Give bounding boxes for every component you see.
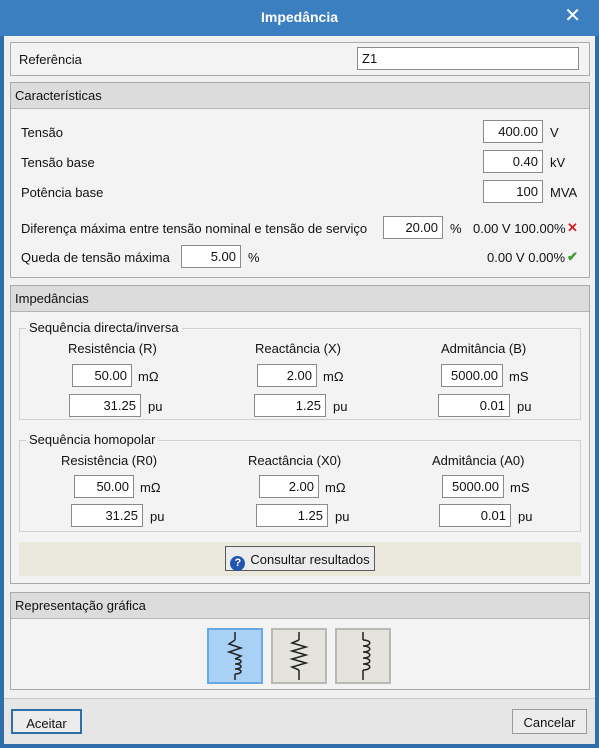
admitancia-pu-input[interactable]: 0.01	[438, 394, 510, 417]
reactancia-label: Reactância (X)	[255, 341, 341, 356]
check-icon: ✔	[567, 249, 578, 264]
queda-label: Queda de tensão máxima	[21, 250, 170, 265]
referencia-input[interactable]: Z1	[357, 47, 579, 70]
reactancia-pu-unit: pu	[333, 399, 348, 414]
representacao-header: Representação gráfica	[11, 593, 589, 619]
diferenca-unit: %	[450, 221, 462, 236]
error-icon: ✕	[567, 220, 578, 235]
resistencia-label: Resistência (R)	[68, 341, 157, 356]
resistor-inductor-icon	[226, 632, 244, 680]
referencia-panel: Referência Z1	[10, 42, 590, 76]
window-title: Impedância	[260, 9, 339, 25]
diferenca-input[interactable]: 20.00	[383, 216, 443, 239]
resistencia-pu-unit: pu	[148, 399, 163, 414]
sequencia-directa-title: Sequência directa/inversa	[26, 320, 182, 335]
queda-unit: %	[248, 250, 260, 265]
caracteristicas-header: Características	[11, 83, 589, 109]
consultar-bar: ? Consultar resultados	[19, 542, 581, 576]
reactancia-unit: mΩ	[323, 369, 344, 384]
representacao-option-2[interactable]	[271, 628, 327, 684]
resistencia-input[interactable]: 50.00	[72, 364, 132, 387]
caracteristicas-panel: Características Tensão 400.00 V Tensão b…	[10, 82, 590, 278]
reactancia-input[interactable]: 2.00	[257, 364, 317, 387]
aceitar-button[interactable]: Aceitar	[11, 709, 82, 734]
diferenca-label: Diferença máxima entre tensão nominal e …	[21, 221, 368, 236]
tensao-base-input[interactable]: 0.40	[483, 150, 543, 173]
title-bar: Impedância ✕	[0, 0, 599, 36]
impedancias-panel: Impedâncias Sequência directa/inversa Re…	[10, 285, 590, 584]
representacao-option-3[interactable]	[335, 628, 391, 684]
reactancia-homopolar-unit: mΩ	[325, 480, 346, 495]
admitancia-homopolar-pu-input[interactable]: 0.01	[439, 504, 511, 527]
admitancia-homopolar-input[interactable]: 5000.00	[442, 475, 504, 498]
tensao-label: Tensão	[21, 125, 63, 140]
reactancia-pu-input[interactable]: 1.25	[254, 394, 326, 417]
admitancia-homopolar-unit: mS	[510, 480, 530, 495]
footer-bar: Aceitar Cancelar	[4, 698, 595, 744]
diferenca-result: 0.00 V 100.00%	[473, 221, 566, 236]
inductor-icon	[362, 632, 371, 680]
reactancia-homopolar-label: Reactância (X0)	[248, 453, 342, 468]
resistencia-unit: mΩ	[138, 369, 159, 384]
resistencia-homopolar-pu-unit: pu	[150, 509, 165, 524]
resistencia-homopolar-input[interactable]: 50.00	[74, 475, 134, 498]
impedancias-header: Impedâncias	[11, 286, 589, 312]
potencia-base-unit: MVA	[550, 185, 578, 200]
resistencia-homopolar-unit: mΩ	[140, 480, 161, 495]
dialog-body: Referência Z1 Características Tensão 400…	[4, 36, 595, 744]
resistor-icon	[289, 632, 309, 680]
admitancia-homopolar-pu-unit: pu	[518, 509, 533, 524]
reactancia-homopolar-pu-input[interactable]: 1.25	[256, 504, 328, 527]
reactancia-homopolar-pu-unit: pu	[335, 509, 350, 524]
queda-input[interactable]: 5.00	[181, 245, 241, 268]
tensao-base-label: Tensão base	[21, 155, 95, 170]
tensao-input[interactable]: 400.00	[483, 120, 543, 143]
referencia-label: Referência	[19, 52, 82, 67]
resistencia-homopolar-pu-input[interactable]: 31.25	[71, 504, 143, 527]
representacao-option-1[interactable]	[207, 628, 263, 684]
admitancia-unit: mS	[509, 369, 529, 384]
close-icon[interactable]: ✕	[564, 6, 581, 26]
queda-result: 0.00 V 0.00%	[487, 250, 566, 265]
sequencia-directa-group: Sequência directa/inversa Resistência (R…	[19, 320, 581, 420]
admitancia-homopolar-label: Admitância (A0)	[432, 453, 525, 468]
potencia-base-label: Potência base	[21, 185, 104, 200]
tensao-base-unit: kV	[550, 155, 566, 170]
resistencia-pu-input[interactable]: 31.25	[69, 394, 141, 417]
admitancia-label: Admitância (B)	[441, 341, 527, 356]
cancelar-button[interactable]: Cancelar	[512, 709, 587, 734]
resistencia-homopolar-label: Resistência (R0)	[61, 453, 158, 468]
info-icon: ?	[230, 556, 246, 571]
sequencia-homopolar-title: Sequência homopolar	[26, 432, 159, 447]
admitancia-pu-unit: pu	[517, 399, 532, 414]
potencia-base-input[interactable]: 100	[483, 180, 543, 203]
sequencia-homopolar-group: Sequência homopolar Resistência (R0) 50.…	[19, 432, 581, 532]
admitancia-input[interactable]: 5000.00	[441, 364, 503, 387]
representacao-panel: Representação gráfica	[10, 592, 590, 690]
tensao-unit: V	[550, 125, 559, 140]
consultar-resultados-button[interactable]: ? Consultar resultados	[225, 546, 375, 571]
reactancia-homopolar-input[interactable]: 2.00	[259, 475, 319, 498]
consultar-resultados-label: Consultar resultados	[250, 552, 370, 567]
